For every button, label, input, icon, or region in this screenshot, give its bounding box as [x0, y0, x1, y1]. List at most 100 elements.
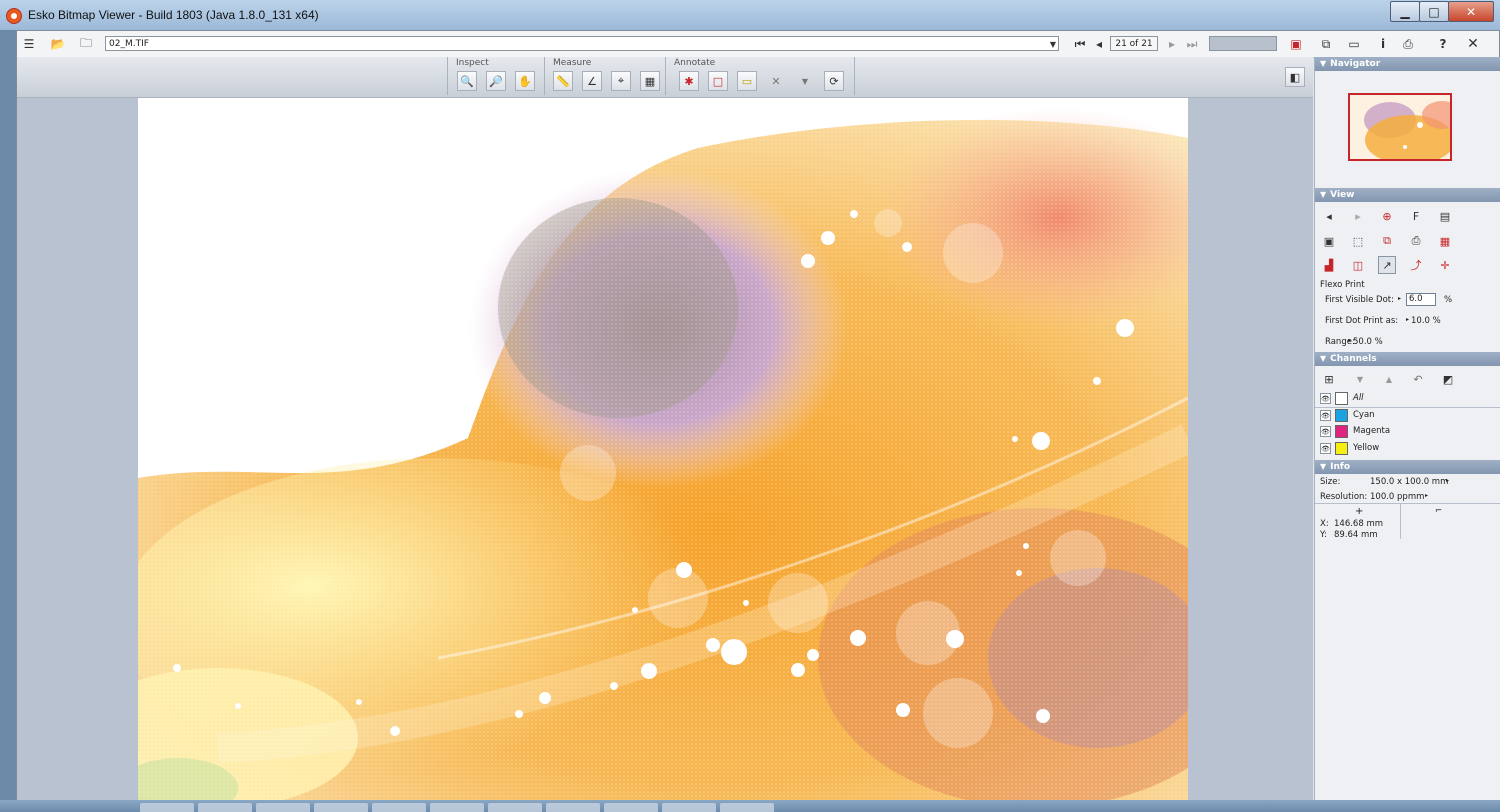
chevron-down-icon[interactable]: ▼ — [1050, 37, 1056, 52]
inspect-group: Inspect 🔍 🔎 ✋ — [447, 57, 545, 95]
angle-icon[interactable]: ∠ — [582, 71, 602, 91]
proof-icon[interactable]: ◫ — [1349, 256, 1367, 274]
add-file-icon[interactable]: 🗀 — [77, 35, 95, 53]
hand-icon[interactable]: ✋ — [515, 71, 535, 91]
size-arrow-icon[interactable]: ▸ — [1446, 477, 1449, 484]
refresh-icon[interactable]: ⟳ — [824, 71, 844, 91]
stepper-arrow-icon[interactable]: ▸ — [1398, 295, 1401, 302]
close-icon[interactable]: ✕ — [1448, 1, 1494, 22]
ink-icon[interactable]: ▟ — [1320, 256, 1338, 274]
eye-icon[interactable]: 👁 — [1320, 443, 1331, 454]
contrast-icon[interactable]: ◩ — [1439, 370, 1457, 388]
overprint-icon[interactable]: ⎙ — [1407, 232, 1425, 250]
open-folder-icon[interactable]: 📂 — [49, 35, 67, 53]
first-dot-print-value[interactable]: 10.0 % — [1411, 316, 1441, 326]
next-page-icon[interactable]: ▸ — [1163, 35, 1181, 53]
channel-row[interactable]: 👁 Magenta — [1315, 424, 1500, 440]
first-page-icon[interactable]: ⏮ — [1071, 35, 1089, 53]
mark-icon[interactable]: ✱ — [679, 71, 699, 91]
taskbar-item[interactable] — [198, 803, 252, 812]
taskbar-item[interactable] — [720, 803, 774, 812]
taskbar-item[interactable] — [662, 803, 716, 812]
dot-measure-icon[interactable]: ▦ — [640, 71, 660, 91]
grid-icon[interactable]: ▦ — [1436, 232, 1454, 250]
first-visible-dot-label: First Visible Dot: — [1325, 295, 1395, 305]
view-header[interactable]: ▼ View — [1315, 188, 1500, 202]
x-label: X: — [1320, 519, 1329, 529]
info-icon[interactable]: i — [1374, 35, 1392, 53]
stepper-arrow-icon[interactable]: ▸ — [1348, 337, 1351, 344]
eye-icon[interactable]: 👁 — [1320, 426, 1331, 437]
fit-icon[interactable]: F — [1407, 207, 1425, 225]
rectangle-icon[interactable]: □ — [708, 71, 728, 91]
taskbar-item[interactable] — [604, 803, 658, 812]
maximize-icon[interactable]: □ — [1419, 1, 1449, 22]
channel-row[interactable]: 👁 Yellow — [1315, 441, 1500, 457]
navigator-header[interactable]: ▼ Navigator — [1315, 57, 1500, 71]
file-selector[interactable]: 02_M.TIF ▼ — [105, 36, 1059, 51]
last-page-icon[interactable]: ⏭ — [1183, 35, 1201, 53]
taskbar-item[interactable] — [372, 803, 426, 812]
minimize-icon[interactable]: ▁ — [1390, 1, 1420, 22]
close-file-icon[interactable]: ✕ — [1464, 35, 1482, 53]
panel-toggle-icon[interactable]: ◧ — [1285, 67, 1305, 87]
compare-icon[interactable]: ▣ — [1287, 35, 1305, 53]
move-up-icon[interactable]: ▲ — [1380, 370, 1398, 388]
first-visible-dot-unit: % — [1444, 295, 1453, 305]
densitometer-icon[interactable]: ⌖ — [611, 71, 631, 91]
dot-gain-icon[interactable]: ⤴ — [1407, 256, 1425, 274]
info-header[interactable]: ▼ Info — [1315, 460, 1500, 474]
previous-page-icon[interactable]: ◂ — [1090, 35, 1108, 53]
help-icon[interactable]: ? — [1434, 35, 1452, 53]
measure-group: Measure 📏 ∠ ⌖ ▦ — [544, 57, 666, 95]
taskbar-item[interactable] — [430, 803, 484, 812]
channel-name: Yellow — [1353, 443, 1380, 453]
actual-size-icon[interactable]: ▤ — [1436, 207, 1454, 225]
first-visible-dot-input[interactable]: 6.0 — [1406, 293, 1436, 306]
window-title: Esko Bitmap Viewer - Build 1803 (Java 1.… — [28, 8, 319, 22]
channel-row[interactable]: 👁 Cyan — [1315, 408, 1500, 424]
frame-icon[interactable]: ▣ — [1320, 232, 1338, 250]
center-icon[interactable]: ⊕ — [1378, 207, 1396, 225]
forward-icon[interactable]: ▸ — [1349, 207, 1367, 225]
channel-row[interactable]: 👁 All — [1315, 391, 1500, 408]
channel-layout-icon[interactable]: ⊞ — [1320, 370, 1338, 388]
main-toolbar: ☰ 📂 🗀 02_M.TIF ▼ ⏮ ◂ 21 of 21 ▸ ⏭ ▣ ⧉ ▭ … — [17, 31, 1499, 58]
navigator-thumbnail[interactable] — [1348, 93, 1452, 161]
print-icon[interactable]: ⎙ — [1399, 35, 1417, 53]
screen-icon[interactable]: ▭ — [1345, 35, 1363, 53]
flexo-curve-icon[interactable]: ↗ — [1378, 256, 1396, 274]
back-icon[interactable]: ◂ — [1320, 207, 1338, 225]
taskbar-item[interactable] — [140, 803, 194, 812]
page-indicator[interactable]: 21 of 21 — [1110, 36, 1158, 51]
layers-icon[interactable]: ☰ — [20, 35, 38, 53]
stepper-arrow-icon[interactable]: ▸ — [1406, 316, 1409, 323]
taskbar-item[interactable] — [546, 803, 600, 812]
inspect-label: Inspect — [456, 58, 489, 68]
image-viewport[interactable] — [17, 98, 1313, 801]
eye-icon[interactable]: 👁 — [1320, 410, 1331, 421]
resolution-arrow-icon[interactable]: ▸ — [1425, 492, 1428, 499]
eye-icon[interactable]: 👁 — [1320, 393, 1331, 404]
crosshair-icon[interactable]: ✛ — [1436, 256, 1454, 274]
separations-icon[interactable]: ⧉ — [1378, 232, 1396, 250]
bitmap-image[interactable] — [138, 98, 1188, 800]
taskbar-item[interactable] — [256, 803, 310, 812]
taskbar-item[interactable] — [488, 803, 542, 812]
channel-swatch — [1335, 409, 1348, 422]
ruler-icon[interactable]: 📏 — [553, 71, 573, 91]
info-divider — [1400, 503, 1401, 539]
dropdown-icon[interactable]: ▼ — [795, 71, 815, 91]
tools-toolbar: Inspect 🔍 🔎 ✋ Measure 📏 ∠ ⌖ ▦ Annotate ✱… — [17, 57, 1313, 98]
sync-icon[interactable]: ⧉ — [1317, 35, 1335, 53]
zoom-out-icon[interactable]: 🔎 — [486, 71, 506, 91]
range-value[interactable]: 50.0 % — [1353, 337, 1383, 347]
channels-header[interactable]: ▼ Channels — [1315, 352, 1500, 366]
zoom-in-icon[interactable]: 🔍 — [457, 71, 477, 91]
move-down-icon[interactable]: ▼ — [1351, 370, 1369, 388]
undo-icon[interactable]: ↶ — [1409, 370, 1427, 388]
crop-icon[interactable]: ⬚ — [1349, 232, 1367, 250]
taskbar-item[interactable] — [314, 803, 368, 812]
note-icon[interactable]: ▭ — [737, 71, 757, 91]
delete-icon[interactable]: ✕ — [766, 71, 786, 91]
